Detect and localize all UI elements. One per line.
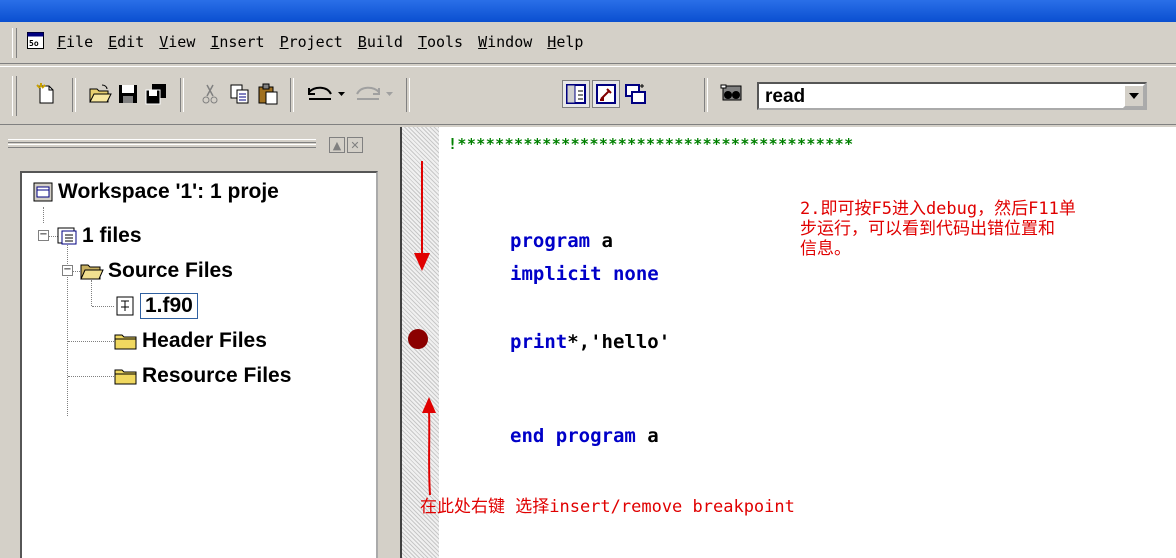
arrow-down-icon [414, 161, 430, 271]
breakpoint-annotation: 在此处右键 选择insert/remove breakpoint [420, 497, 795, 517]
menu-file[interactable]: File [50, 32, 101, 52]
menu-project[interactable]: Project [273, 32, 351, 52]
project-icon [57, 227, 77, 245]
code-line-3: print*,'hello' [510, 331, 671, 353]
menu-items: File Edit View Insert Project Build Tools Windo… [50, 32, 591, 52]
debug-annotation: 2.即可按F5进入debug，然后F11单 步运行，可以看到代码出错位置和 信息… [800, 199, 1076, 259]
cut-icon[interactable] [196, 80, 224, 108]
toolbar-separator [290, 78, 294, 112]
menu-help[interactable]: Help [540, 32, 591, 52]
toolbar-gripper[interactable] [12, 76, 17, 116]
workspace-panel: ▲ ✕ Workspace '1': 1 proje − 1 files − S… [0, 127, 390, 558]
toolbar-separator [406, 78, 410, 112]
app-icon[interactable]: 5o [27, 32, 44, 49]
breakpoint-icon[interactable] [406, 327, 430, 351]
tree-item-project[interactable]: 1 files [56, 221, 142, 251]
workspace-icon [33, 182, 53, 202]
file-tree: Workspace '1': 1 proje − 1 files − Sourc… [20, 171, 378, 558]
source-file-icon [116, 296, 134, 316]
workspace-icon[interactable] [562, 80, 590, 108]
tree-item-source-files[interactable]: Source Files [80, 256, 233, 286]
tree-item-resource-files[interactable]: Resource Files [114, 361, 291, 391]
code-line-4: end program a [510, 425, 659, 447]
menu-build[interactable]: Build [351, 32, 411, 52]
workspace-panel-header[interactable]: ▲ ✕ [8, 135, 384, 157]
code-line-1: program a [510, 230, 613, 252]
menubar-gripper[interactable] [12, 28, 17, 58]
window-list-icon[interactable] [622, 80, 650, 108]
code-line-2: implicit none [510, 263, 659, 285]
find-in-files-icon[interactable] [718, 80, 746, 108]
tree-item-workspace[interactable]: Workspace '1': 1 proje [32, 177, 279, 207]
new-file-icon[interactable] [32, 80, 60, 108]
maximize-pane-icon[interactable]: ▲ [329, 137, 345, 153]
toolbar-separator [72, 78, 76, 112]
svg-text:5o: 5o [29, 39, 39, 48]
find-input-value[interactable]: read [765, 86, 805, 108]
menu-edit[interactable]: Edit [101, 32, 152, 52]
open-folder-icon [80, 264, 104, 280]
chevron-down-icon[interactable] [1123, 84, 1145, 108]
close-icon[interactable]: ✕ [347, 137, 363, 153]
paste-icon[interactable] [254, 80, 282, 108]
menu-insert[interactable]: Insert [203, 32, 272, 52]
open-folder-icon[interactable] [86, 80, 114, 108]
undo-icon[interactable] [304, 80, 350, 108]
menu-view[interactable]: View [152, 32, 203, 52]
redo-icon[interactable] [352, 80, 398, 108]
menu-tools[interactable]: Tools [411, 32, 471, 52]
tree-item-header-files[interactable]: Header Files [114, 326, 267, 356]
find-combo-box[interactable]: read [757, 82, 1147, 110]
arrow-up-icon [422, 397, 436, 496]
title-bar [0, 0, 1176, 22]
folder-icon [114, 369, 137, 385]
save-icon[interactable] [114, 80, 142, 108]
collapse-toggle-icon[interactable]: − [38, 230, 49, 241]
save-all-icon[interactable] [142, 80, 170, 108]
toolbar: read [0, 66, 1176, 124]
tree-item-file[interactable]: 1.f90 [114, 291, 198, 321]
toolbar-separator [704, 78, 708, 112]
pane-splitter[interactable] [390, 127, 402, 558]
menu-window[interactable]: Window [471, 32, 540, 52]
output-icon[interactable] [592, 80, 620, 108]
toolbar-separator [180, 78, 184, 112]
comment-line: !***************************************… [448, 135, 854, 153]
folder-icon [114, 334, 137, 350]
copy-icon[interactable] [226, 80, 254, 108]
code-editor[interactable]: !***************************************… [402, 127, 1176, 558]
collapse-toggle-icon[interactable]: − [62, 265, 73, 276]
